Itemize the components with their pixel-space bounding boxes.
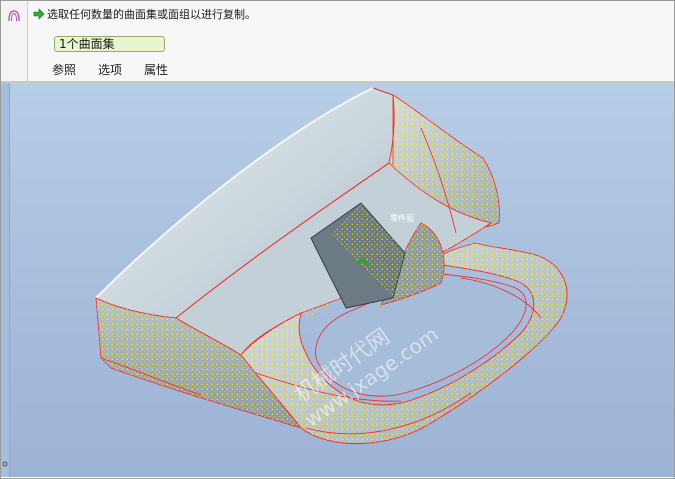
- dashboard-tabs: 参照 选项 属性: [41, 61, 179, 79]
- prompt-message: 选取任何数量的曲面集或面组以进行复制。: [47, 8, 256, 21]
- surface-set-collector[interactable]: 1个曲面集: [54, 36, 165, 52]
- green-arrow-icon: [33, 8, 45, 20]
- tab-references[interactable]: 参照: [41, 61, 87, 79]
- copy-surface-icon[interactable]: [7, 9, 21, 23]
- graphics-viewport[interactable]: 零件面 机械时代网 www.jxage.com: [1, 83, 674, 477]
- tab-options[interactable]: 选项: [87, 61, 133, 79]
- feature-strip: [1, 1, 28, 81]
- 3d-model[interactable]: 零件面 机械时代网 www.jxage.com: [1, 83, 674, 477]
- face-label: 零件面: [390, 213, 414, 223]
- prompt-bar: 选取任何数量的曲面集或面组以进行复制。: [33, 6, 256, 22]
- dashboard-panel: 选取任何数量的曲面集或面组以进行复制。 1个曲面集 参照 选项 属性: [1, 1, 674, 81]
- tab-properties[interactable]: 属性: [133, 61, 179, 79]
